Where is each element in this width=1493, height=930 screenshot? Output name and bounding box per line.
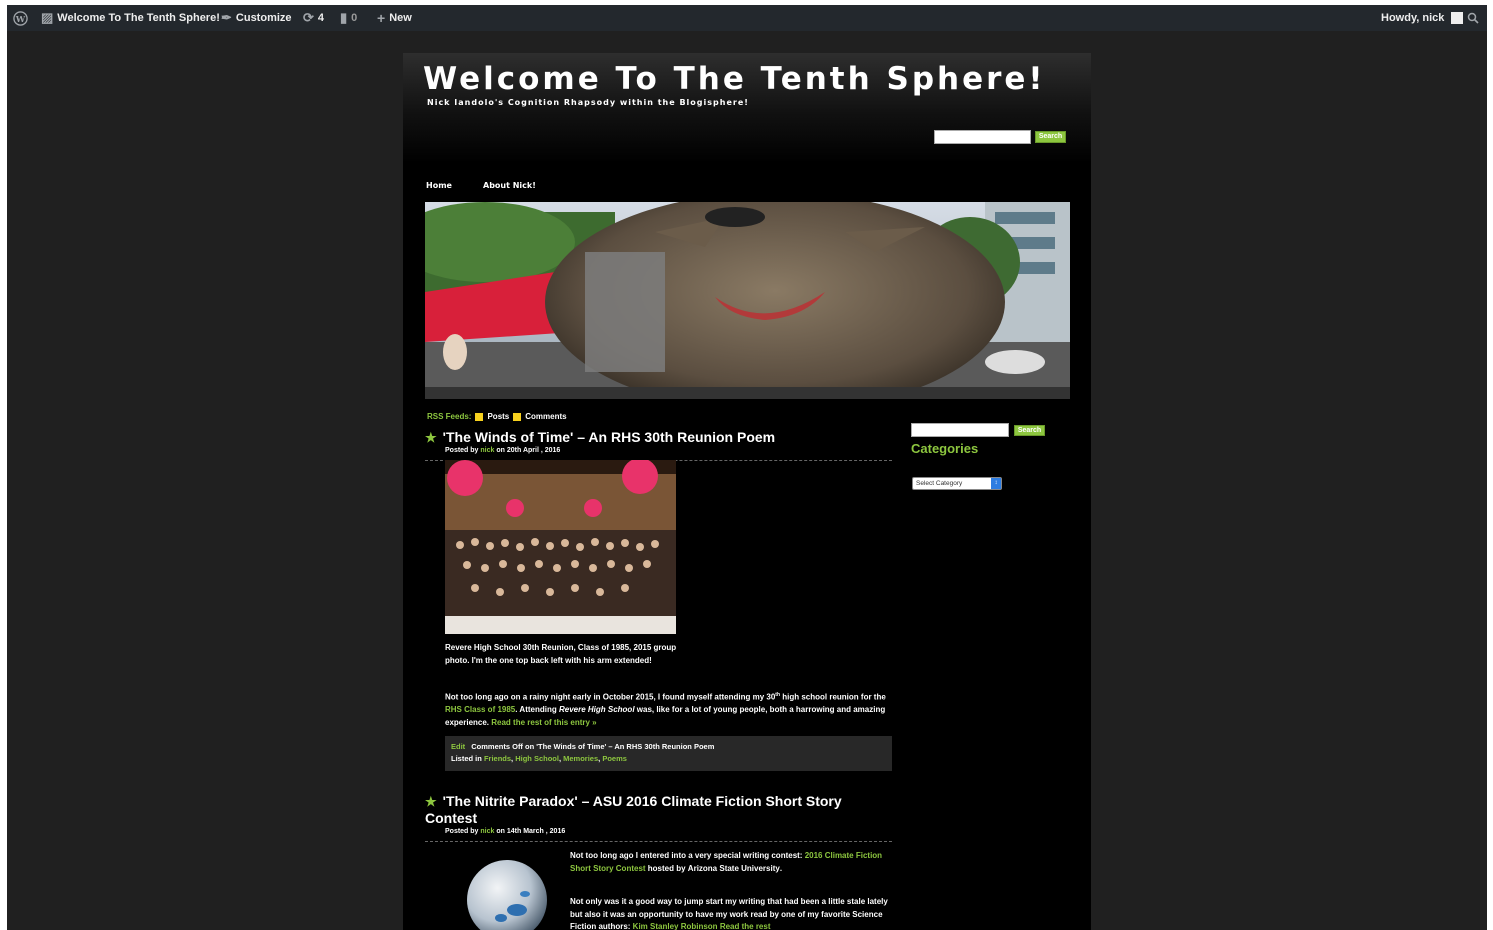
rss-feeds: RSS Feeds: Posts Comments <box>427 412 567 421</box>
rss-posts-link[interactable]: Posts <box>487 412 509 421</box>
edit-link[interactable]: Edit <box>451 742 465 751</box>
categories-heading: Categories <box>911 441 979 456</box>
class-of-1985-link[interactable]: RHS Class of 1985 <box>445 705 515 714</box>
sidebar-search-button[interactable]: Search <box>1014 425 1045 436</box>
admin-bar-site-name[interactable]: ▨ Welcome To The Tenth Sphere! <box>41 5 220 31</box>
plus-icon: + <box>377 10 386 26</box>
rss-icon <box>475 412 484 421</box>
photo-caption: Revere High School 30th Reunion, Class o… <box>445 643 677 665</box>
star-icon: ★ <box>425 430 437 445</box>
page-container: Welcome To The Tenth Sphere! Nick Iandol… <box>403 53 1091 930</box>
category-link[interactable]: Poems <box>602 754 627 763</box>
post-title[interactable]: ★ 'The Winds of Time' – An RHS 30th Reuni… <box>425 429 895 446</box>
wordpress-logo-icon[interactable]: W <box>13 5 28 31</box>
sidebar-search-input[interactable] <box>911 423 1009 437</box>
post-footer-line-2: Listed in Friends, High School, Memories… <box>451 754 627 763</box>
category-link[interactable]: Memories <box>563 754 598 763</box>
author-link[interactable]: nick <box>480 447 494 454</box>
post-title[interactable]: ★ 'The Nitrite Paradox' – ASU 2016 Climat… <box>425 793 895 827</box>
author-ksr-link[interactable]: Kim Stanley Robinson <box>633 922 718 930</box>
category-link[interactable]: High School <box>515 754 559 763</box>
comment-bubble-icon: ▮ <box>340 10 348 25</box>
read-more-link[interactable]: Read the rest of this entry » <box>491 718 596 727</box>
header-search-button[interactable]: Search <box>1035 131 1066 143</box>
browser-viewport: W ▨ Welcome To The Tenth Sphere! ✒ Custo… <box>7 5 1487 930</box>
rss-comments-link[interactable]: Comments <box>525 412 566 421</box>
site-title[interactable]: Welcome To The Tenth Sphere! <box>423 61 1046 97</box>
post-meta: Posted by nick on 20th April , 2016 <box>445 447 561 454</box>
author-link[interactable]: nick <box>480 828 494 835</box>
dashboard-icon: ▨ <box>41 10 54 25</box>
nav-item-about[interactable]: About Nick! <box>483 181 536 190</box>
planet-image[interactable] <box>465 858 549 930</box>
admin-bar-updates[interactable]: ⟳ 4 <box>303 5 324 31</box>
post-meta: Posted by nick on 14th March , 2016 <box>445 828 566 835</box>
category-link[interactable]: Friends <box>484 754 511 763</box>
admin-bar-customize[interactable]: ✒ Customize <box>221 5 292 31</box>
header-banner-image <box>425 202 1070 399</box>
rss-icon <box>513 412 522 421</box>
site-description: Nick Iandolo's Cognition Rhapsody within… <box>427 98 749 107</box>
post-divider <box>425 841 892 842</box>
admin-bar-account[interactable]: Howdy, nick <box>1381 5 1464 31</box>
admin-bar-comments[interactable]: ▮ 0 <box>340 5 357 31</box>
search-icon[interactable] <box>1467 5 1479 31</box>
header-search-input[interactable] <box>934 130 1031 144</box>
updates-icon: ⟳ <box>303 10 314 25</box>
read-more-link[interactable]: Read the rest <box>720 922 771 930</box>
paintbrush-icon: ✒ <box>221 10 232 25</box>
avatar <box>1451 12 1464 24</box>
post-footer: Edit Comments Off on 'The Winds of Time'… <box>445 736 892 771</box>
post-paragraph-2: Not only was it a good way to jump start… <box>570 897 888 930</box>
category-select[interactable]: Select Category ↕ <box>912 477 1002 490</box>
chevron-down-icon: ↕ <box>991 478 1001 489</box>
post-paragraph-1: Not too long ago I entered into a very s… <box>570 851 883 873</box>
admin-bar-new[interactable]: + New <box>377 5 412 31</box>
post-footer-line-1: Edit Comments Off on 'The Winds of Time'… <box>451 742 715 751</box>
admin-bar: W ▨ Welcome To The Tenth Sphere! ✒ Custo… <box>7 5 1487 31</box>
post-excerpt: Not too long ago on a rainy night early … <box>445 692 886 727</box>
nav-item-home[interactable]: Home <box>426 181 452 190</box>
star-icon: ★ <box>425 794 437 809</box>
svg-text:W: W <box>15 13 26 23</box>
site-header: Welcome To The Tenth Sphere! Nick Iandol… <box>403 53 1091 223</box>
reunion-photo[interactable] <box>445 460 676 634</box>
